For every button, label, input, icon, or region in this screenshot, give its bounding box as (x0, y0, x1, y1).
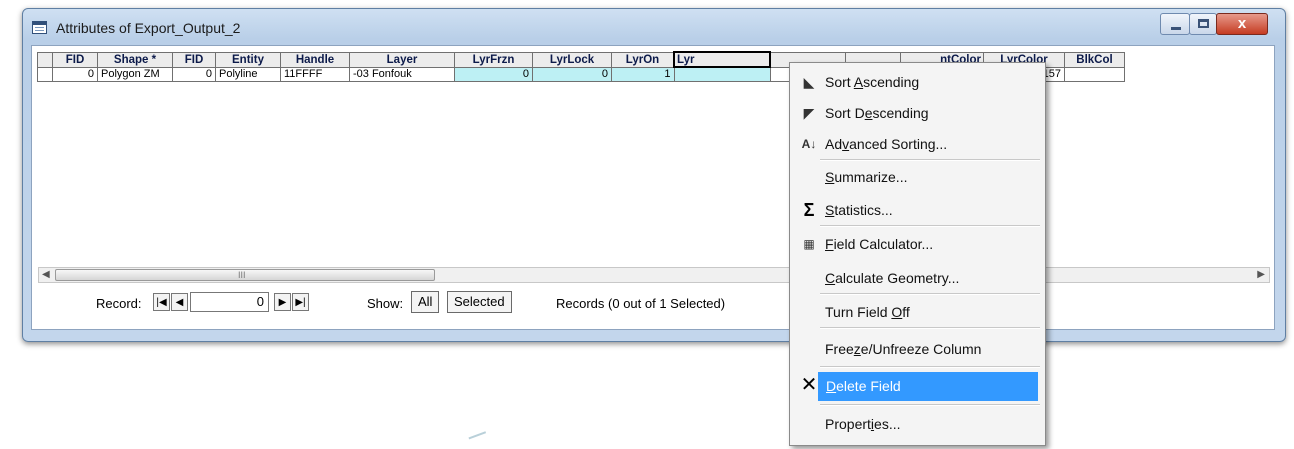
close-button[interactable]: x (1216, 13, 1268, 35)
attribute-table-panel: FID Shape * FID Entity Handle Layer LyrF… (31, 45, 1275, 330)
record-label: Record: (96, 296, 142, 311)
horizontal-scrollbar[interactable]: ◀ III ▶ (38, 267, 1270, 283)
last-record-icon[interactable]: ▶| (292, 293, 309, 311)
sort-ascending-icon: ◣ (803, 74, 815, 90)
menu-item-statistics[interactable]: Σ Statistics... (790, 197, 1045, 223)
scroll-left-icon[interactable]: ◀ (42, 268, 50, 282)
status-bar: Record: |◀ ◀ 0 ▶ ▶| Show: All Selected R… (38, 285, 1270, 323)
menu-separator (820, 366, 1040, 368)
first-record-icon[interactable]: |◀ (153, 293, 170, 311)
menu-separator (820, 159, 1040, 161)
records-count: Records (0 out of 1 Selected) (556, 296, 726, 311)
table-icon (32, 21, 47, 34)
selected-column-header[interactable]: Lyr (673, 51, 771, 68)
sigma-icon: Σ (803, 200, 815, 220)
menu-item-field-calculator[interactable]: ▦ Field Calculator... (790, 231, 1045, 257)
attributes-window: Attributes of Export_Output_2 x FID Shap… (22, 8, 1286, 342)
column-header[interactable]: BlkCol (1064, 51, 1125, 68)
table-cell[interactable]: Polyline (215, 66, 281, 82)
maximize-icon (1198, 19, 1209, 28)
delete-x-icon: ✕ (800, 374, 818, 396)
table-cell[interactable]: 0 (172, 66, 216, 82)
show-all-button[interactable]: All (411, 291, 440, 313)
column-context-menu: ◣ Sort Ascending ◤ Sort Descending A↓ Ad… (789, 62, 1046, 446)
maximize-button[interactable] (1189, 13, 1217, 35)
show-selected-button[interactable]: Selected (447, 291, 512, 313)
next-record-icon[interactable]: ▶ (274, 293, 291, 311)
prev-record-icon[interactable]: ◀ (171, 293, 188, 311)
table-cell[interactable]: 0 (52, 66, 98, 82)
scrollbar-thumb[interactable]: III (55, 269, 435, 281)
scroll-right-icon[interactable]: ▶ (1257, 268, 1265, 282)
column-header[interactable]: Entity (215, 51, 281, 68)
menu-separator (820, 225, 1040, 227)
window-title: Attributes of Export_Output_2 (56, 20, 241, 36)
column-header[interactable]: LyrFrzn (454, 51, 533, 68)
sort-descending-icon: ◤ (803, 105, 815, 121)
stray-mark (468, 431, 490, 449)
menu-item-properties[interactable]: Properties... (790, 411, 1045, 437)
minimize-button[interactable] (1160, 13, 1190, 35)
table-cell[interactable]: 0 (532, 66, 612, 82)
record-number-input[interactable]: 0 (190, 292, 269, 312)
column-header[interactable]: LyrOn (611, 51, 675, 68)
menu-item-delete-field[interactable]: Delete Field (818, 372, 1038, 401)
table-cell[interactable] (1064, 66, 1125, 82)
menu-item-advanced-sorting[interactable]: A↓ Advanced Sorting... (790, 131, 1045, 157)
menu-separator (820, 327, 1040, 329)
minimize-icon (1171, 27, 1181, 30)
advanced-sorting-icon: A↓ (801, 137, 817, 151)
menu-item-freeze-column[interactable]: Freeze/Unfreeze Column (790, 336, 1045, 362)
show-label: Show: (367, 296, 404, 311)
column-header[interactable]: Layer (349, 51, 455, 68)
column-header[interactable]: LyrLock (532, 51, 612, 68)
column-header[interactable]: FID (52, 51, 98, 68)
row-selector[interactable] (37, 66, 53, 82)
table-cell[interactable]: Polygon ZM (97, 66, 173, 82)
menu-separator (820, 404, 1040, 406)
table-cell[interactable] (673, 66, 771, 82)
menu-item-calculate-geometry[interactable]: Calculate Geometry... (790, 265, 1045, 291)
column-header[interactable]: Shape * (97, 51, 173, 68)
table-cell[interactable]: 1 (611, 66, 675, 82)
title-bar[interactable]: Attributes of Export_Output_2 x (23, 9, 1285, 43)
table-cell[interactable]: 11FFFF (280, 66, 350, 82)
menu-item-sort-descending[interactable]: ◤ Sort Descending (790, 100, 1045, 126)
scrollbar-grip: III (238, 270, 246, 280)
column-header[interactable]: Handle (280, 51, 350, 68)
close-icon: x (1237, 15, 1247, 32)
calculator-icon: ▦ (803, 237, 815, 251)
menu-item-summarize[interactable]: Summarize... (790, 164, 1045, 190)
menu-item-turn-field-off[interactable]: Turn Field Off (790, 299, 1045, 325)
table-cell[interactable]: 0 (454, 66, 533, 82)
select-all-cell[interactable] (37, 51, 53, 68)
column-header[interactable]: FID (172, 51, 216, 68)
table-cell[interactable]: -03 Fonfouk (349, 66, 455, 82)
menu-item-sort-ascending[interactable]: ◣ Sort Ascending (790, 69, 1045, 95)
menu-separator (820, 293, 1040, 295)
